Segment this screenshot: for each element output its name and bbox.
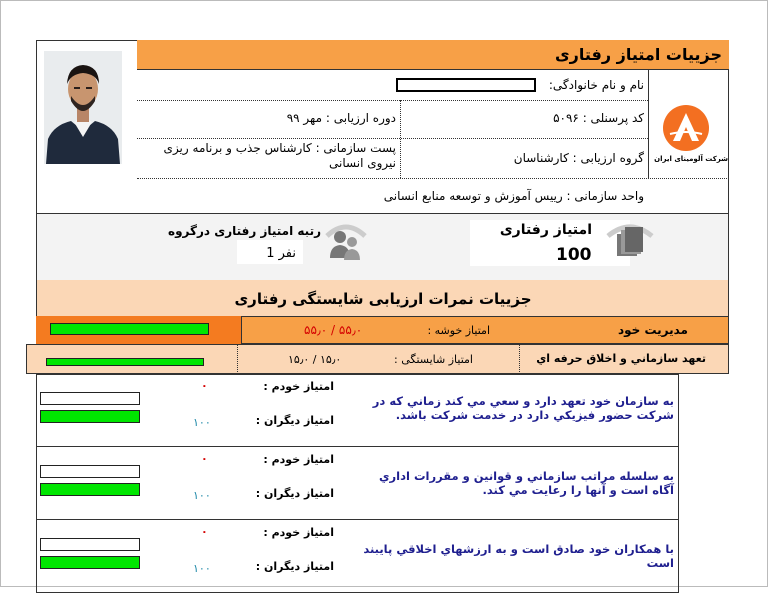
cluster-progress-bar — [50, 323, 209, 335]
others-score-bar — [40, 556, 140, 569]
period-value: مهر ۹۹ — [286, 111, 323, 125]
code-label: کد پرسنلی : — [582, 111, 644, 125]
code-value: ۵۰۹۶ — [553, 111, 579, 125]
unit-value: رییس آموزش و توسعه منابع انسانی — [383, 189, 563, 203]
unit-field: واحد سازمانی : رییس آموزش و توسعه منابع … — [384, 189, 644, 203]
company-logo — [662, 104, 710, 152]
item-text: به سلسله مراتب سازماني و قوانين و مقررات… — [379, 469, 674, 497]
competency-progress-bar — [46, 358, 204, 366]
cluster-score-value: ۵۵٫۰ / ۵۵٫۰ — [304, 323, 363, 337]
self-score-value: ۰ — [201, 525, 208, 538]
code-field: کد پرسنلی : ۵۰۹۶ — [553, 111, 644, 125]
others-score-label: امتیاز دیگران : — [255, 560, 334, 573]
employee-photo — [44, 51, 122, 164]
name-redacted — [396, 78, 536, 92]
others-score-bar — [40, 410, 140, 423]
rank-value: نفر 1 — [266, 246, 296, 261]
row-line — [137, 178, 729, 179]
self-score-bar — [40, 392, 140, 405]
others-score-value: ۱۰۰ — [193, 489, 211, 502]
rank-label: رتبه امتیاز رفتاری درگروه — [167, 224, 321, 238]
item-text: با همكاران خود صادق است و به ارزشهاي اخل… — [363, 542, 674, 570]
others-score-label: امتیاز دیگران : — [255, 414, 334, 427]
cluster-score-label: امتیاز خوشه : — [427, 324, 490, 337]
cluster-name: مدیریت خود — [617, 323, 688, 337]
self-score-bar — [40, 465, 140, 478]
position-field: پست سازمانی : کارشناس جذب و برنامه ریزی … — [148, 141, 396, 171]
score-label: امتیاز رفتاری — [499, 222, 592, 238]
section-title: جزییات نمرات ارزیابی شایستگی رفتاری — [234, 290, 532, 308]
item-text: به سازمان خود تعهد دارد و سعي مي كند زما… — [372, 394, 674, 422]
self-score-value: ۰ — [201, 452, 208, 465]
position-label: پست سازمانی : — [315, 141, 396, 155]
self-score-label: امتیاز خودم : — [263, 380, 334, 393]
others-score-value: ۱۰۰ — [193, 416, 211, 429]
unit-label: واحد سازمانی : — [566, 189, 644, 203]
score-icon — [605, 218, 655, 264]
row-line — [137, 138, 648, 139]
competency-score-value: ۱۵٫۰ / ۱۵٫۰ — [288, 353, 342, 366]
others-score-label: امتیاز دیگران : — [255, 487, 334, 500]
others-score-value: ۱۰۰ — [193, 562, 211, 575]
competency-name: تعهد سازماني و اخلاق حرفه اي — [536, 352, 706, 365]
competency-score-label: امتیاز شایستگی : — [394, 353, 473, 366]
page-title: جزییات امتیاز رفتاری — [554, 45, 722, 64]
self-score-label: امتیاز خودم : — [263, 526, 334, 539]
col-line — [400, 100, 401, 178]
rank-icon — [324, 218, 368, 264]
row-line — [137, 100, 648, 101]
group-field: گروه ارزیابی : کارشناسان — [514, 151, 644, 165]
score-value: 100 — [556, 245, 592, 265]
period-label: دوره ارزیابی : — [325, 111, 396, 125]
self-score-label: امتیاز خودم : — [263, 453, 334, 466]
self-score-value: ۰ — [201, 379, 208, 392]
others-score-bar — [40, 483, 140, 496]
name-label: نام و نام خانوادگی: — [548, 78, 644, 92]
logo-text: شرکت آلومینای ایران — [654, 155, 728, 163]
self-score-bar — [40, 538, 140, 551]
group-label: گروه ارزیابی : — [572, 151, 644, 165]
group-value: کارشناسان — [513, 151, 569, 165]
period-field: دوره ارزیابی : مهر ۹۹ — [287, 111, 396, 125]
